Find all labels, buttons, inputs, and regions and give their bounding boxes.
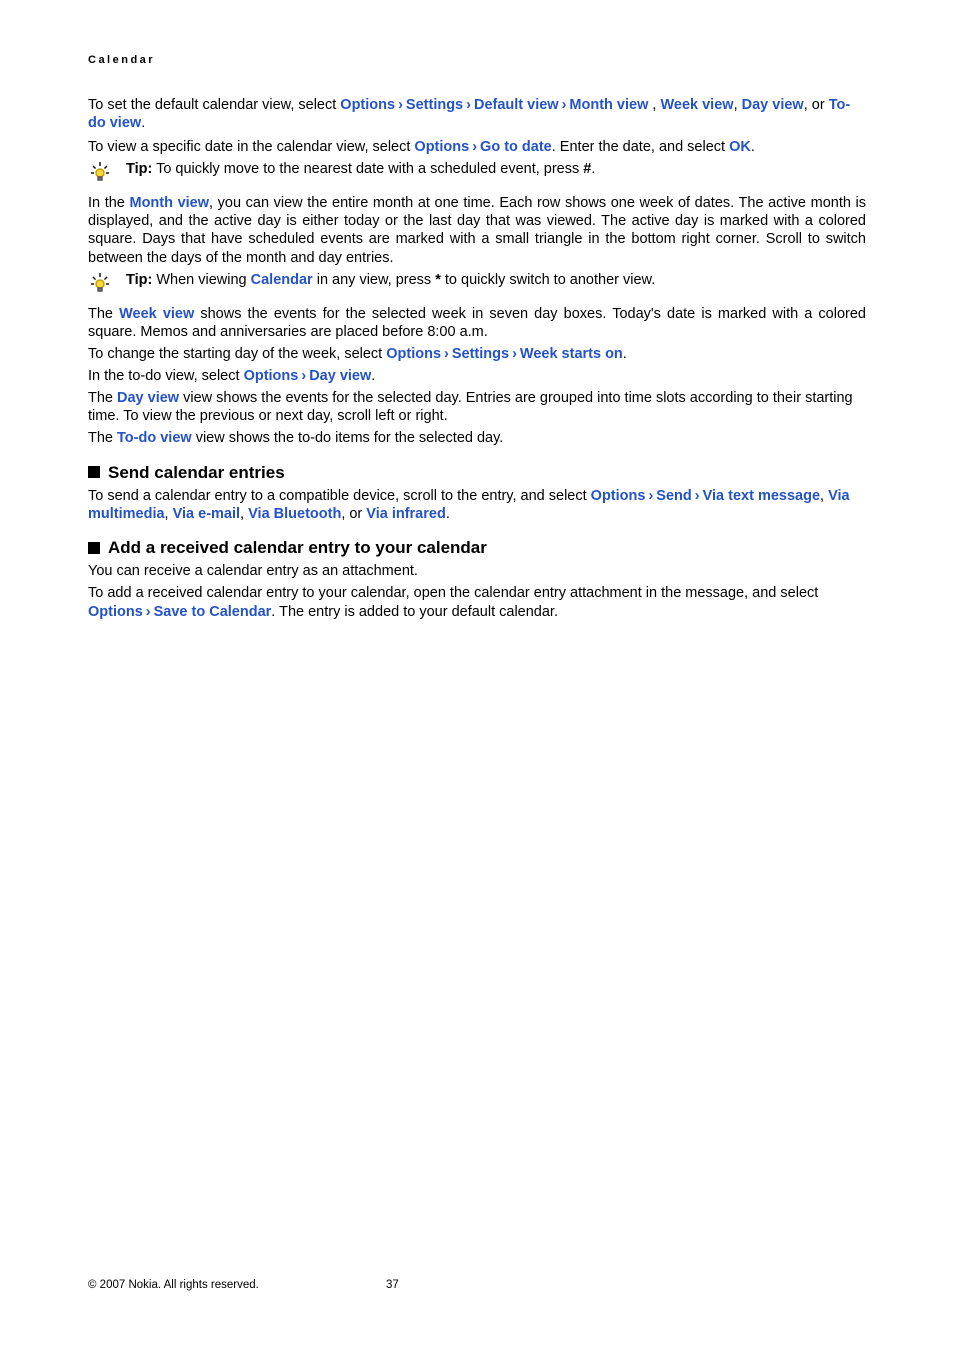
text: . [371,368,375,384]
chevron-right-icon: › [509,346,520,362]
chevron-right-icon: › [143,604,154,620]
text: In the to-do view, select [88,368,244,384]
text: To change the starting day of the week, … [88,346,386,362]
text: to quickly switch to another view. [441,272,655,288]
link-options: Options [591,488,646,504]
para-month-view: In the Month view, you can view the enti… [88,194,866,267]
tip-body: Tip: To quickly move to the nearest date… [126,160,866,178]
bullet-square-icon [88,466,100,478]
tip-label: Tip: [126,161,152,177]
text: To send a calendar entry to a compatible… [88,488,591,504]
link-settings: Settings [406,97,463,113]
text: The [88,430,117,446]
text: . The entry is added to your default cal… [271,604,558,620]
link-month-view: Month view [129,195,209,211]
link-todo-view: To-do view [117,430,192,446]
link-options: Options [244,368,299,384]
link-send: Send [656,488,691,504]
link-go-to-date: Go to date [480,139,552,155]
link-day-view: Day view [309,368,371,384]
link-day-view: Day view [742,97,804,113]
text: . [591,161,595,177]
text: , [165,506,173,522]
text: , or [804,97,829,113]
link-via-bluetooth: Via Bluetooth [248,506,341,522]
link-via-text: Via text message [703,488,820,504]
text: shows the events for the selected week i… [88,306,866,340]
text: . [751,139,755,155]
text: , [240,506,248,522]
tip-icon [88,160,126,184]
heading-send: Send calendar entries [88,462,866,483]
para-goto-date: To view a specific date in the calendar … [88,138,866,156]
para-week-starts: To change the starting day of the week, … [88,345,866,363]
link-options: Options [88,604,143,620]
tip-label: Tip: [126,272,152,288]
tip-row: Tip: When viewing Calendar in any view, … [88,271,866,295]
link-week-starts-on: Week starts on [520,346,623,362]
tip-body: Tip: When viewing Calendar in any view, … [126,271,866,289]
text: . Enter the date, and select [552,139,729,155]
text: in any view, press [313,272,436,288]
para-default-view: To set the default calendar view, select… [88,96,866,132]
text: To view a specific date in the calendar … [88,139,414,155]
para-send-entry: To send a calendar entry to a compatible… [88,487,866,523]
chevron-right-icon: › [692,488,703,504]
text: The [88,306,119,322]
chevron-right-icon: › [441,346,452,362]
text: , [734,97,742,113]
text: view shows the to-do items for the selec… [192,430,504,446]
page-number: 37 [386,1278,399,1292]
link-options: Options [386,346,441,362]
breadcrumb: Calendar [88,54,866,68]
text: When viewing [152,272,250,288]
heading-text: Add a received calendar entry to your ca… [108,537,487,558]
link-via-email: Via e-mail [173,506,240,522]
link-default-view: Default view [474,97,559,113]
chevron-right-icon: › [469,139,480,155]
text: To add a received calendar entry to your… [88,585,818,601]
text: The [88,390,117,406]
link-week-view: Week view [660,97,733,113]
copyright: © 2007 Nokia. All rights reserved. [88,1279,259,1291]
link-save-to-calendar: Save to Calendar [154,604,272,620]
text: . [141,115,145,131]
link-month-view: Month view [569,97,648,113]
footer: © 2007 Nokia. All rights reserved. 37 [88,1278,259,1292]
para-receive-attach: You can receive a calendar entry as an a… [88,562,866,580]
text: . [446,506,450,522]
text: . [623,346,627,362]
chevron-right-icon: › [645,488,656,504]
text: , [820,488,828,504]
bullet-square-icon [88,542,100,554]
heading-add-received: Add a received calendar entry to your ca… [88,537,866,558]
link-day-view: Day view [117,390,179,406]
text: , [648,97,660,113]
link-calendar: Calendar [251,272,313,288]
chevron-right-icon: › [463,97,474,113]
link-options: Options [414,139,469,155]
link-options: Options [340,97,395,113]
text: To quickly move to the nearest date with… [152,161,583,177]
tip-row: Tip: To quickly move to the nearest date… [88,160,866,184]
chevron-right-icon: › [395,97,406,113]
link-via-infrared: Via infrared [366,506,446,522]
chevron-right-icon: › [298,368,309,384]
para-todo-view: The To-do view view shows the to-do item… [88,429,866,447]
link-settings: Settings [452,346,509,362]
heading-text: Send calendar entries [108,462,285,483]
text: , or [341,506,366,522]
text: To set the default calendar view, select [88,97,340,113]
tip-icon [88,271,126,295]
para-week-view: The Week view shows the events for the s… [88,305,866,341]
para-save-calendar: To add a received calendar entry to your… [88,584,866,620]
link-ok: OK [729,139,751,155]
text: In the [88,195,129,211]
para-day-view: The Day view view shows the events for t… [88,389,866,425]
para-todo-select: In the to-do view, select Options›Day vi… [88,367,866,385]
chevron-right-icon: › [559,97,570,113]
link-week-view: Week view [119,306,194,322]
text: view shows the events for the selected d… [88,390,853,424]
